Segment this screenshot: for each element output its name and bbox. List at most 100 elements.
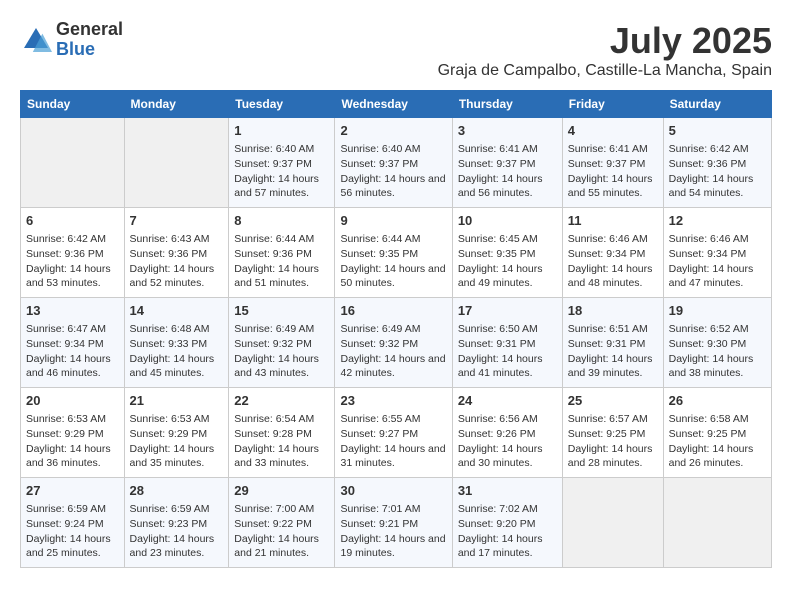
calendar-cell: 27 Sunrise: 6:59 AM Sunset: 9:24 PM Dayligh… [21, 478, 125, 568]
calendar-cell: 13Sunrise: 6:47 AMSunset: 9:34 PMDayligh… [21, 298, 125, 388]
header-saturday: Saturday [663, 91, 771, 118]
day-number: 27 [26, 482, 119, 500]
calendar-cell: 18Sunrise: 6:51 AMSunset: 9:31 PMDayligh… [562, 298, 663, 388]
sunset-text: Sunset: 9:37 PM [340, 158, 418, 170]
daylight-text: Daylight: 14 hours and 23 minutes. [130, 533, 215, 560]
daylight-text: Daylight: 14 hours and 19 minutes. [340, 533, 445, 560]
day-number: 8 [234, 212, 329, 230]
header-sunday: Sunday [21, 91, 125, 118]
daylight-text: Daylight: 14 hours and 21 minutes. [234, 533, 319, 560]
calendar-cell: 22Sunrise: 6:54 AMSunset: 9:28 PMDayligh… [229, 388, 335, 478]
daylight-text: Daylight: 14 hours and 52 minutes. [130, 263, 215, 290]
calendar-cell [124, 118, 229, 208]
sunset-text: Sunset: 9:36 PM [130, 248, 208, 260]
day-number: 6 [26, 212, 119, 230]
sunset-text: Sunset: 9:22 PM [234, 518, 312, 530]
logo: General Blue [20, 20, 123, 60]
daylight-text: Daylight: 14 hours and 25 minutes. [26, 533, 111, 560]
calendar-cell: 9Sunrise: 6:44 AMSunset: 9:35 PMDaylight… [335, 208, 452, 298]
daylight-text: Daylight: 14 hours and 55 minutes. [568, 173, 653, 200]
sunset-text: Sunset: 9:27 PM [340, 428, 418, 440]
sunrise-text: Sunrise: 6:40 AM [234, 143, 314, 155]
calendar-cell: 19Sunrise: 6:52 AMSunset: 9:30 PMDayligh… [663, 298, 771, 388]
calendar-week-row: 6 Sunrise: 6:42 AM Sunset: 9:36 PM Daylight… [21, 208, 772, 298]
sunrise-text: Sunrise: 6:43 AM [130, 233, 210, 245]
sunset-text: Sunset: 9:37 PM [458, 158, 536, 170]
calendar-cell: 20Sunrise: 6:53 AMSunset: 9:29 PMDayligh… [21, 388, 125, 478]
calendar-cell [21, 118, 125, 208]
daylight-text: Daylight: 14 hours and 38 minutes. [669, 353, 754, 380]
header-friday: Friday [562, 91, 663, 118]
day-number: 10 [458, 212, 557, 230]
day-number: 20 [26, 392, 119, 410]
calendar-cell: 5Sunrise: 6:42 AMSunset: 9:36 PMDaylight… [663, 118, 771, 208]
sunset-text: Sunset: 9:25 PM [669, 428, 747, 440]
title-area: July 2025 Graja de Campalbo, Castille-La… [438, 20, 772, 80]
sunset-text: Sunset: 9:31 PM [568, 338, 646, 350]
sunset-text: Sunset: 9:35 PM [340, 248, 418, 260]
daylight-text: Daylight: 14 hours and 51 minutes. [234, 263, 319, 290]
sunset-text: Sunset: 9:24 PM [26, 518, 104, 530]
sunrise-text: Sunrise: 6:44 AM [234, 233, 314, 245]
calendar-cell: 12 Sunrise: 6:46 AM Sunset: 9:34 PM Dayligh… [663, 208, 771, 298]
daylight-text: Daylight: 14 hours and 26 minutes. [669, 443, 754, 470]
day-number: 1 [234, 122, 329, 140]
sunrise-text: Sunrise: 7:02 AM [458, 503, 538, 515]
page-header: General Blue July 2025 Graja de Campalbo… [20, 20, 772, 80]
sunset-text: Sunset: 9:37 PM [568, 158, 646, 170]
calendar-cell: 11Sunrise: 6:46 AMSunset: 9:34 PMDayligh… [562, 208, 663, 298]
sunset-text: Sunset: 9:29 PM [26, 428, 104, 440]
daylight-text: Daylight: 14 hours and 56 minutes. [458, 173, 543, 200]
sunrise-text: Sunrise: 6:45 AM [458, 233, 538, 245]
sunset-text: Sunset: 9:20 PM [458, 518, 536, 530]
daylight-text: Daylight: 14 hours and 50 minutes. [340, 263, 445, 290]
calendar-cell: 28Sunrise: 6:59 AMSunset: 9:23 PMDayligh… [124, 478, 229, 568]
sunset-text: Sunset: 9:34 PM [669, 248, 747, 260]
calendar-cell: 7 Sunrise: 6:43 AM Sunset: 9:36 PM Daylight… [124, 208, 229, 298]
main-title: July 2025 [438, 20, 772, 62]
day-number: 19 [669, 302, 766, 320]
calendar-cell: 21Sunrise: 6:53 AMSunset: 9:29 PMDayligh… [124, 388, 229, 478]
calendar-cell: 8Sunrise: 6:44 AMSunset: 9:36 PMDaylight… [229, 208, 335, 298]
day-number: 7 [130, 212, 224, 230]
sunrise-text: Sunrise: 6:40 AM [340, 143, 420, 155]
sunrise-text: Sunrise: 6:41 AM [568, 143, 648, 155]
sunset-text: Sunset: 9:36 PM [26, 248, 104, 260]
sunset-text: Sunset: 9:25 PM [568, 428, 646, 440]
sunrise-text: Sunrise: 6:49 AM [234, 323, 314, 335]
sunset-text: Sunset: 9:31 PM [458, 338, 536, 350]
calendar-cell: 23Sunrise: 6:55 AMSunset: 9:27 PMDayligh… [335, 388, 452, 478]
calendar-cell [663, 478, 771, 568]
day-number: 14 [130, 302, 224, 320]
calendar-cell: 24Sunrise: 6:56 AMSunset: 9:26 PMDayligh… [452, 388, 562, 478]
sunrise-text: Sunrise: 6:42 AM [26, 233, 106, 245]
sunrise-text: Sunrise: 6:54 AM [234, 413, 314, 425]
header-tuesday: Tuesday [229, 91, 335, 118]
sunrise-text: Sunrise: 7:01 AM [340, 503, 420, 515]
day-number: 26 [669, 392, 766, 410]
sunset-text: Sunset: 9:28 PM [234, 428, 312, 440]
calendar-cell: 4Sunrise: 6:41 AMSunset: 9:37 PMDaylight… [562, 118, 663, 208]
sunrise-text: Sunrise: 6:49 AM [340, 323, 420, 335]
sunset-text: Sunset: 9:32 PM [340, 338, 418, 350]
daylight-text: Daylight: 14 hours and 56 minutes. [340, 173, 445, 200]
day-number: 5 [669, 122, 766, 140]
sunrise-text: Sunrise: 6:46 AM [669, 233, 749, 245]
day-number: 30 [340, 482, 446, 500]
day-number: 15 [234, 302, 329, 320]
daylight-text: Daylight: 14 hours and 47 minutes. [669, 263, 754, 290]
calendar-week-row: 27 Sunrise: 6:59 AM Sunset: 9:24 PM Dayligh… [21, 478, 772, 568]
daylight-text: Daylight: 14 hours and 41 minutes. [458, 353, 543, 380]
sunset-text: Sunset: 9:30 PM [669, 338, 747, 350]
calendar-cell: 26Sunrise: 6:58 AMSunset: 9:25 PMDayligh… [663, 388, 771, 478]
sunset-text: Sunset: 9:33 PM [130, 338, 208, 350]
sunrise-text: Sunrise: 6:55 AM [340, 413, 420, 425]
day-number: 12 [669, 212, 766, 230]
sunrise-text: Sunrise: 6:53 AM [26, 413, 106, 425]
sunrise-text: Sunrise: 6:47 AM [26, 323, 106, 335]
day-number: 16 [340, 302, 446, 320]
day-number: 31 [458, 482, 557, 500]
sunrise-text: Sunrise: 6:59 AM [26, 503, 106, 515]
day-number: 9 [340, 212, 446, 230]
sunrise-text: Sunrise: 6:41 AM [458, 143, 538, 155]
